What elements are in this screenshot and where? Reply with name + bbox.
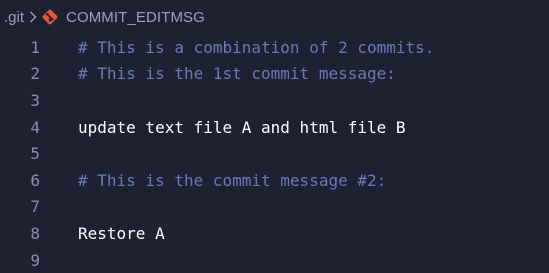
editor[interactable]: 1 # This is a combination of 2 commits. … xyxy=(0,34,549,273)
breadcrumb: .git COMMIT_EDITMSG xyxy=(0,0,549,34)
line-number: 9 xyxy=(30,250,40,270)
line-number: 7 xyxy=(30,197,40,217)
editor-line[interactable]: 5 xyxy=(0,140,549,167)
editor-line[interactable]: 7 xyxy=(0,194,549,221)
chevron-right-icon xyxy=(29,11,37,23)
line-text[interactable]: # This is a combination of 2 commits. xyxy=(78,38,434,57)
editor-line[interactable]: 3 xyxy=(0,87,549,114)
editor-line[interactable]: 8 Restore A xyxy=(0,220,549,247)
editor-line[interactable]: 2 # This is the 1st commit message: xyxy=(0,61,549,88)
line-number: 6 xyxy=(30,170,40,190)
editor-line[interactable]: 1 # This is a combination of 2 commits. xyxy=(0,34,549,61)
line-text[interactable]: # This is the 1st commit message: xyxy=(78,64,396,83)
breadcrumb-folder[interactable]: .git xyxy=(4,9,24,26)
breadcrumb-file[interactable]: COMMIT_EDITMSG xyxy=(66,9,205,26)
line-number: 8 xyxy=(30,223,40,243)
line-number: 1 xyxy=(30,37,40,57)
editor-line[interactable]: 6 # This is the commit message #2: xyxy=(0,167,549,194)
line-text[interactable]: Restore A xyxy=(78,224,165,243)
editor-line[interactable]: 9 xyxy=(0,247,549,273)
line-text[interactable]: # This is the commit message #2: xyxy=(78,171,386,190)
line-number: 5 xyxy=(30,144,40,164)
line-number: 2 xyxy=(30,64,40,84)
editor-line[interactable]: 4 update text file A and html file B xyxy=(0,114,549,141)
line-text[interactable]: update text file A and html file B xyxy=(78,118,406,137)
line-number: 3 xyxy=(30,90,40,110)
line-number: 4 xyxy=(30,117,40,137)
git-icon xyxy=(41,8,59,26)
